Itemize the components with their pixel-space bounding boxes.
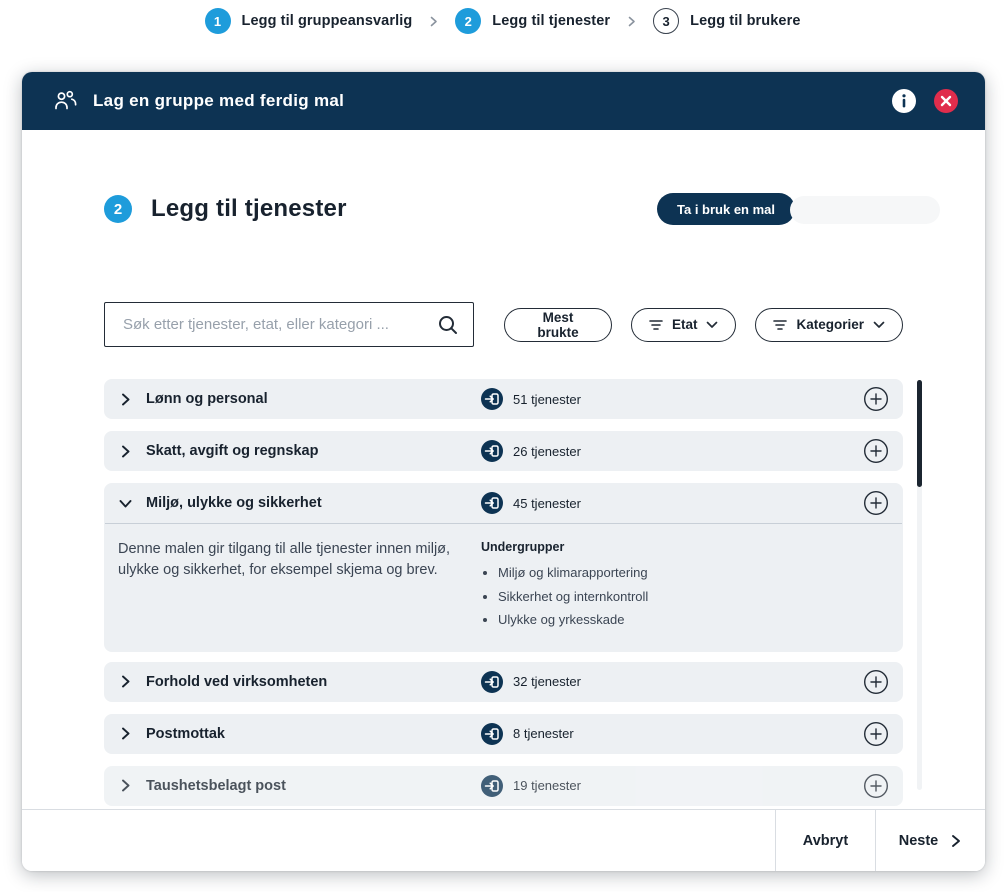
service-row-forhold[interactable]: Forhold ved virksomheten 32 tjenester	[104, 662, 903, 702]
chevron-down-icon	[706, 321, 718, 329]
step-1-circle: 1	[205, 8, 231, 34]
service-enter-icon	[481, 775, 503, 797]
service-enter-icon	[481, 388, 503, 410]
search-icon	[436, 313, 460, 337]
service-row-lonn-og-personal[interactable]: Lønn og personal 51 tjenester	[104, 379, 903, 419]
service-count: 32 tjenester	[513, 674, 581, 689]
step-1-label: Legg til gruppeansvarlig	[242, 13, 413, 29]
service-count: 51 tjenester	[513, 392, 581, 407]
stepper-step-3[interactable]: 3 Legg til brukere	[653, 8, 800, 34]
use-template-button[interactable]: Ta i bruk en mal	[657, 193, 795, 225]
service-row-skatt-avgift[interactable]: Skatt, avgift og regnskap 26 tjenester	[104, 431, 903, 471]
wizard-stepper: 1 Legg til gruppeansvarlig 2 Legg til tj…	[0, 8, 1005, 34]
chevron-right-icon	[118, 778, 133, 793]
close-icon[interactable]	[933, 88, 959, 114]
service-count: 19 tjenester	[513, 778, 581, 793]
service-count: 8 tjenester	[513, 726, 574, 741]
heading-row: 2 Legg til tjenester Ta i bruk en mal	[104, 192, 903, 226]
service-enter-icon	[481, 440, 503, 462]
service-row-postmottak[interactable]: Postmottak 8 tjenester	[104, 714, 903, 754]
filter-lines-icon	[649, 319, 663, 331]
subgroup-item: Sikkerhet og internkontroll	[498, 587, 889, 607]
step-3-circle: 3	[653, 8, 679, 34]
chevron-down-icon	[118, 496, 133, 511]
modal-header: Lag en gruppe med ferdig mal	[22, 72, 985, 130]
category-label: Lønn og personal	[146, 391, 268, 407]
modal-body: 2 Legg til tjenester Ta i bruk en mal Me…	[22, 130, 985, 809]
add-category-icon[interactable]	[863, 438, 889, 464]
search-input[interactable]	[121, 315, 436, 334]
filter-agency-button[interactable]: Etat	[631, 308, 737, 342]
step-2-label: Legg til tjenester	[492, 13, 610, 29]
stepper-step-2[interactable]: 2 Legg til tjenester	[455, 8, 610, 34]
service-row-taushetsbelagt[interactable]: Taushetsbelagt post 19 tjenester	[104, 766, 903, 806]
service-enter-icon	[481, 723, 503, 745]
service-category-list: Lønn og personal 51 tjenester	[104, 379, 903, 809]
service-count: 45 tjenester	[513, 496, 581, 511]
category-label: Miljø, ulykke og sikkerhet	[146, 495, 322, 511]
footer-spacer	[22, 810, 775, 871]
page-title: Legg til tjenester	[151, 195, 347, 223]
category-label: Skatt, avgift og regnskap	[146, 443, 318, 459]
service-count: 26 tjenester	[513, 444, 581, 459]
faded-button-placeholder	[790, 196, 940, 224]
chevron-right-icon	[118, 726, 133, 741]
next-button[interactable]: Neste	[875, 810, 985, 871]
stepper-chevron-icon	[427, 15, 440, 28]
group-people-icon	[52, 89, 78, 113]
chevron-right-icon	[949, 834, 962, 848]
subgroups-section: Undergrupper Miljø og klimarapportering …	[481, 539, 889, 634]
service-row-miljo-header[interactable]: Miljø, ulykke og sikkerhet 45 tjenester	[104, 483, 903, 523]
step-3-label: Legg til brukere	[690, 13, 800, 29]
search-box[interactable]	[104, 302, 474, 347]
add-category-icon[interactable]	[863, 669, 889, 695]
category-label: Forhold ved virksomheten	[146, 674, 327, 690]
chevron-right-icon	[118, 444, 133, 459]
scrollbar-thumb[interactable]	[917, 380, 922, 487]
modal-footer: Avbryt Neste	[22, 809, 985, 871]
subgroup-item: Miljø og klimarapportering	[498, 563, 889, 583]
category-label: Taushetsbelagt post	[146, 778, 286, 794]
add-category-icon[interactable]	[863, 386, 889, 412]
filter-categories-button[interactable]: Kategorier	[755, 308, 903, 342]
add-category-icon[interactable]	[863, 490, 889, 516]
search-filter-row: Mest brukte Etat Kategorier	[104, 302, 903, 347]
stepper-step-1[interactable]: 1 Legg til gruppeansvarlig	[205, 8, 413, 34]
service-row-miljo-expanded: Miljø, ulykke og sikkerhet 45 tjenester …	[104, 483, 903, 652]
service-enter-icon	[481, 671, 503, 693]
filter-most-used-button[interactable]: Mest brukte	[504, 308, 612, 342]
category-description: Denne malen gir tilgang til alle tjenest…	[118, 539, 481, 634]
step-2-circle: 2	[455, 8, 481, 34]
info-icon[interactable]	[891, 88, 917, 114]
service-enter-icon	[481, 492, 503, 514]
filter-lines-icon	[773, 319, 787, 331]
modal-title: Lag en gruppe med ferdig mal	[93, 91, 891, 111]
subgroup-item: Ulykke og yrkesskade	[498, 610, 889, 630]
add-category-icon[interactable]	[863, 773, 889, 799]
cancel-label: Avbryt	[803, 833, 848, 849]
filter-most-used-label: Mest brukte	[522, 310, 594, 340]
next-label: Neste	[899, 833, 939, 849]
add-category-icon[interactable]	[863, 721, 889, 747]
create-group-modal: Lag en gruppe med ferdig mal 2 Legg til …	[22, 72, 985, 871]
filter-agency-label: Etat	[672, 317, 698, 332]
chevron-right-icon	[118, 674, 133, 689]
step-badge: 2	[104, 195, 132, 223]
chevron-right-icon	[118, 392, 133, 407]
cancel-button[interactable]: Avbryt	[775, 810, 875, 871]
chevron-down-icon	[873, 321, 885, 329]
scrollbar-track[interactable]	[917, 380, 922, 790]
category-details: Denne malen gir tilgang til alle tjenest…	[104, 524, 903, 652]
category-label: Postmottak	[146, 726, 225, 742]
subgroups-list: Miljø og klimarapportering Sikkerhet og …	[481, 563, 889, 630]
stepper-chevron-icon	[625, 15, 638, 28]
filter-categories-label: Kategorier	[796, 317, 864, 332]
subgroups-title: Undergrupper	[481, 540, 889, 554]
